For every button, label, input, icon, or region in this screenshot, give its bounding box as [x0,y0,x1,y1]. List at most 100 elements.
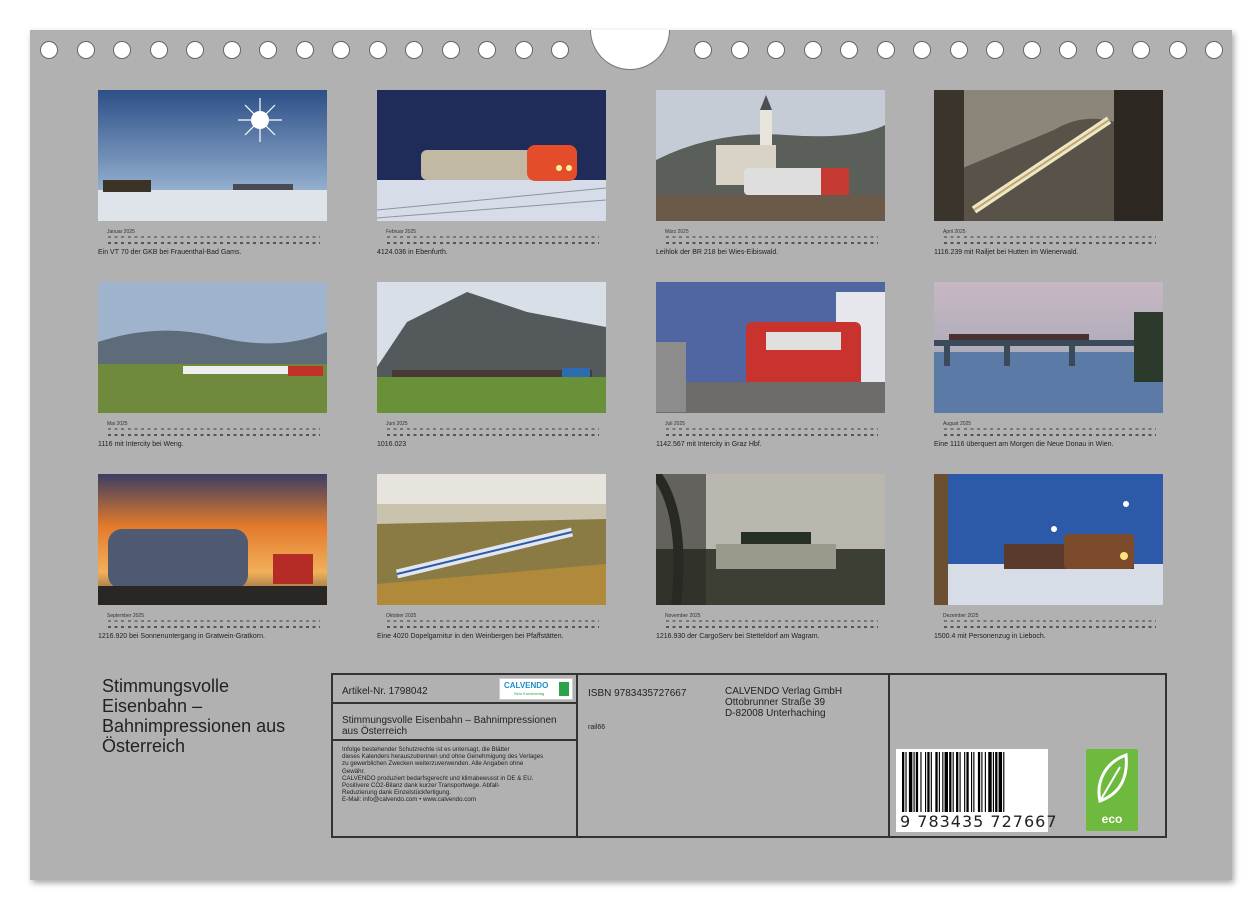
month-photo [377,474,606,605]
photo-caption: 1116 mit Intercity bei Weng. [98,441,184,448]
barcode-cell: 9 783435 727667 eco [890,675,1165,836]
month-photo [98,90,327,221]
month-photo [377,90,606,221]
binding-hole [949,41,968,59]
binding-hole [1059,41,1077,59]
eco-label: eco [1101,812,1123,826]
info-box: Artikel-Nr. 1798042 CALVENDO Sein Kunstv… [331,673,1167,838]
binding-hole [840,41,858,59]
calendar-day-strip [666,236,878,246]
binding-hole [295,41,314,59]
publisher-address: CALVENDO Verlag GmbH Ottobrunner Straße … [725,686,843,719]
logo-subtitle: Sein Kunstverlag [514,691,545,696]
calendar-day-strip [108,620,320,630]
binding-hole [1205,41,1223,59]
calendar-day-strip [666,428,878,438]
month-name: November 2025 [665,613,701,619]
legal-cell: Infolge bestehender Schutzrechte ist es … [333,741,578,836]
binding-hole [76,41,95,59]
binding-hole [40,41,58,59]
product-code: rail66 [588,724,606,731]
photo-caption: 1216.920 bei Sonnenuntergang in Gratwein… [98,633,265,640]
photo-caption: Leihlok der BR 218 bei Wies-Eibiswald. [656,249,779,256]
month-name: Februar 2025 [386,229,417,235]
article-number: Artikel-Nr. 1798042 [342,686,428,697]
logo-name: CALVENDO [504,681,549,690]
binding-hole [1168,41,1187,59]
binding-hole [259,41,277,59]
binding-hole [441,41,460,59]
month-name: Mai 2025 [107,421,128,427]
barcode: 9 783435 727667 [896,749,1057,832]
calendar-day-strip [666,620,878,630]
binding-hole [986,41,1004,59]
binding-hole [222,41,241,59]
month-name: Januar 2025 [107,229,135,235]
month-photo [98,474,327,605]
photo-caption: Eine 1116 überquert am Morgen die Neue D… [934,441,1114,448]
month-photo [934,90,1163,221]
binding-hole [694,41,712,59]
binding-hole [405,41,423,59]
binding-hole [478,41,496,59]
photo-caption: 1116.239 mit Railjet bei Hutten im Wiene… [934,249,1079,256]
month-name: Oktober 2025 [386,613,417,619]
month-name: September 2025 [107,613,144,619]
month-photo [377,282,606,413]
calendar-day-strip [387,620,599,630]
month-name: Juni 2025 [386,421,408,427]
month-name: August 2025 [943,421,972,427]
binding-hole [1132,41,1150,59]
photo-caption: 1142.567 mit Intercity in Graz Hbf. [656,441,762,448]
publisher-cell: ISBN 9783435727667 rail66 CALVENDO Verla… [578,675,890,836]
month-name: April 2025 [943,229,966,235]
binding-hole [767,41,785,59]
title-cell: Stimmungsvolle Eisenbahn – Bahnimpressio… [333,704,578,741]
binding-hole [803,41,822,59]
calendar-day-strip [387,236,599,246]
barcode-number: 9 783435 727667 [900,812,1058,831]
binding-hole [113,41,131,59]
photo-caption: Eine 4020 Dopelgarnitur in den Weinberge… [377,633,564,640]
photo-caption: 1500.4 mit Personenzug in Lieboch. [934,633,1046,640]
logo-flag-icon [559,682,569,696]
binding-hole [368,41,387,59]
month-photo [656,90,885,221]
binding-hole [1022,41,1041,59]
month-photo [934,282,1163,413]
binding-hole [1095,41,1114,59]
month-name: Dezember 2025 [943,613,979,619]
binding-hole [186,41,204,59]
calendar-day-strip [944,428,1156,438]
binding-hole [514,41,533,59]
calendar-day-strip [944,236,1156,246]
calendar-day-strip [108,236,320,246]
legal-text: Infolge bestehender Schutzrechte ist es … [342,746,544,804]
month-name: Juli 2025 [665,421,686,427]
calendar-day-strip [387,428,599,438]
photo-caption: Ein VT 70 der GKB bei Frauenthal-Bad Gam… [98,249,242,256]
month-name: März 2025 [665,229,689,235]
photo-caption: 4124.036 in Ebenfurth. [377,249,448,256]
month-photo [934,474,1163,605]
leaf-icon [1097,752,1128,803]
article-cell: Artikel-Nr. 1798042 CALVENDO Sein Kunstv… [333,675,578,704]
product-title: Stimmungsvolle Eisenbahn – Bahnimpressio… [342,715,557,737]
cover-title: Stimmungsvolle Eisenbahn – Bahnimpressio… [102,676,286,756]
binding-hole [332,41,350,59]
month-photo [656,474,885,605]
calendar-day-strip [944,620,1156,630]
isbn: ISBN 9783435727667 [588,688,687,699]
month-photo [98,282,327,413]
barcode-bars [902,752,1005,812]
binding-hole [551,41,569,59]
photo-caption: 1216.930 der CargoServ bei Stetteldorf a… [656,633,820,640]
photo-caption: 1016.023 [377,441,407,448]
calendar-day-strip [108,428,320,438]
month-photo [656,282,885,413]
binding-hole [730,41,749,59]
eco-badge: eco [1086,749,1138,831]
binding-hole [913,41,931,59]
binding-hole [876,41,895,59]
binding-hole [149,41,168,59]
